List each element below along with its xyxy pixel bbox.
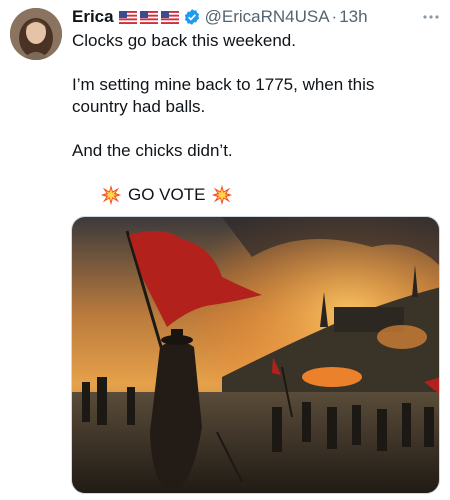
tweet-text-line: And the chicks didn’t.	[72, 141, 233, 160]
flag-emojis	[118, 10, 179, 24]
us-flag-icon	[139, 10, 158, 24]
us-flag-icon	[160, 10, 179, 24]
author-handle[interactable]: @EricaRN4USA	[205, 7, 330, 27]
tweet: Erica @EricaRN4USA · 13h Clocks go back …	[0, 0, 450, 500]
timestamp[interactable]: 13h	[339, 7, 367, 27]
tweet-text-line: Clocks go back this weekend.	[72, 31, 296, 50]
us-flag-icon	[118, 10, 137, 24]
verified-badge-icon[interactable]	[183, 8, 201, 26]
vote-line: GO VOTE	[100, 184, 233, 206]
avatar[interactable]	[10, 8, 62, 60]
separator-dot: ·	[331, 7, 338, 26]
tweet-image[interactable]	[71, 216, 440, 494]
tweet-text-line: I’m setting mine back to 1775, when this…	[72, 75, 375, 116]
vote-text: GO VOTE	[128, 185, 206, 204]
more-options-icon[interactable]	[420, 6, 442, 28]
collision-icon	[212, 184, 233, 206]
tweet-text: Clocks go back this weekend. I’m setting…	[72, 30, 432, 162]
collision-icon	[100, 184, 122, 206]
tweet-header: Erica @EricaRN4USA · 13h	[72, 6, 442, 28]
author-name[interactable]: Erica	[72, 7, 114, 27]
